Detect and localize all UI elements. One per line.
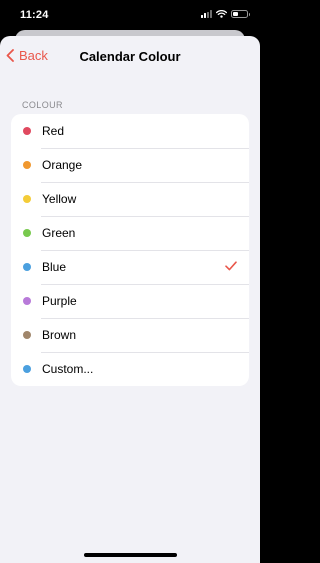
colour-swatch-dot	[23, 365, 31, 373]
colour-option-label: Orange	[42, 158, 83, 172]
colour-option-label: Purple	[42, 294, 77, 308]
calendar-colour-sheet: Back Calendar Colour COLOUR Red Orange Yel…	[0, 36, 260, 563]
status-bar: 11:24	[0, 0, 260, 32]
colour-option-brown[interactable]: Brown	[11, 318, 249, 352]
colour-option-label: Yellow	[42, 192, 77, 206]
colour-option-red[interactable]: Red	[11, 114, 249, 148]
battery-icon	[231, 10, 250, 18]
colour-option-custom[interactable]: Custom...	[11, 352, 249, 386]
colour-option-label: Custom...	[42, 362, 94, 376]
signal-icon	[201, 10, 212, 18]
colour-option-label: Brown	[42, 328, 77, 342]
checkmark-icon	[225, 261, 237, 271]
colour-option-blue[interactable]: Blue	[11, 250, 249, 284]
colour-list: Red Orange Yellow Green Blue Purple Brown Custo…	[11, 114, 249, 386]
colour-option-green[interactable]: Green	[11, 216, 249, 250]
status-icons	[201, 10, 250, 18]
colour-option-label: Blue	[42, 260, 67, 274]
colour-swatch-dot	[23, 195, 31, 203]
colour-option-label: Red	[42, 124, 65, 138]
colour-option-orange[interactable]: Orange	[11, 148, 249, 182]
colour-swatch-dot	[23, 297, 31, 305]
colour-swatch-dot	[23, 161, 31, 169]
colour-option-purple[interactable]: Purple	[11, 284, 249, 318]
colour-swatch-dot	[23, 263, 31, 271]
colour-option-label: Green	[42, 226, 76, 240]
colour-swatch-dot	[23, 127, 31, 135]
colour-option-yellow[interactable]: Yellow	[11, 182, 249, 216]
home-indicator	[84, 553, 177, 557]
colour-swatch-dot	[23, 331, 31, 339]
colour-swatch-dot	[23, 229, 31, 237]
status-time: 11:24	[20, 9, 49, 21]
section-header: COLOUR	[22, 100, 63, 110]
page-title: Calendar Colour	[79, 49, 181, 64]
wifi-icon	[216, 10, 227, 18]
nav-bar: Back Calendar Colour	[0, 36, 260, 78]
